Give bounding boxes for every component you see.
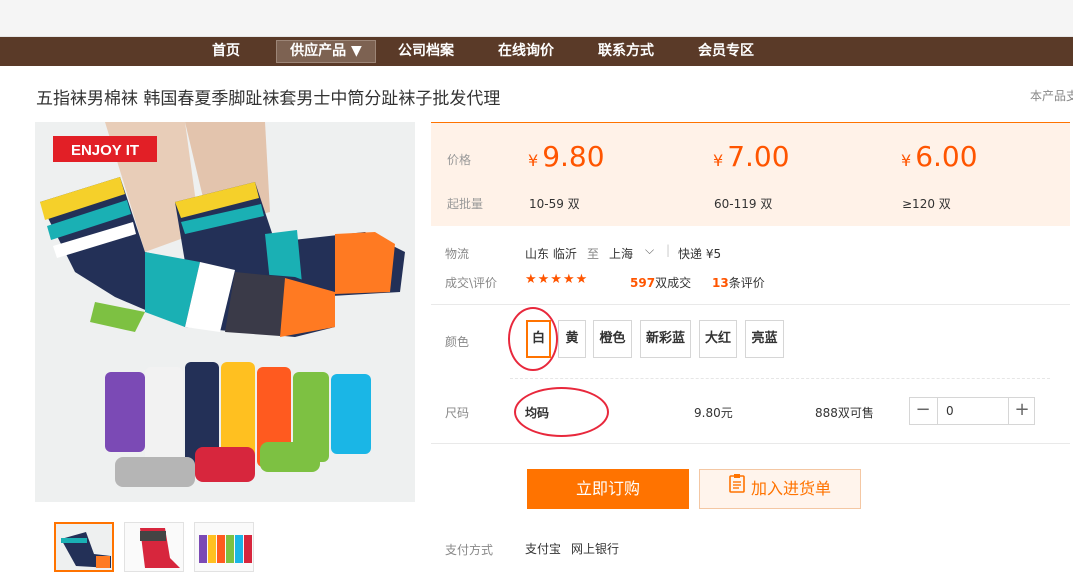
rating-stars: ★★★★★ xyxy=(525,272,589,287)
product-title: 五指袜男棉袜 韩国春夏季脚趾袜套男士中筒分趾袜子批发代理 xyxy=(36,89,501,109)
top-bar xyxy=(0,0,1073,37)
add-to-cart-label: 加入进货单 xyxy=(750,479,831,498)
thumbnail-3[interactable] xyxy=(194,522,254,572)
nav-item-company[interactable]: 公司档案 xyxy=(390,37,462,66)
price-value: 6.00 xyxy=(915,140,978,173)
thumbnail-1[interactable] xyxy=(54,522,114,572)
reviews-link[interactable]: 13条评价 xyxy=(712,274,765,291)
clipboard-icon xyxy=(729,469,745,507)
tier-3-qty: ≥120 双 xyxy=(902,197,951,211)
payment-method-bank: 网上银行 xyxy=(571,542,620,556)
divider: | xyxy=(666,243,671,257)
color-option-bright-blue[interactable]: 亮蓝 xyxy=(745,320,784,358)
size-label: 尺码 xyxy=(445,406,470,420)
deals-count: 597 xyxy=(630,276,656,290)
corner-note: 本产品支 xyxy=(1030,89,1073,103)
deals-count-link[interactable]: 597双成交 xyxy=(630,274,691,291)
ship-to-select[interactable]: 上海 xyxy=(609,245,633,262)
currency-symbol: ¥ xyxy=(901,151,912,170)
currency-symbol: ¥ xyxy=(528,151,539,170)
price-tier-3: ¥6.00 xyxy=(901,140,978,173)
quantity-input[interactable]: 0 xyxy=(937,398,1009,424)
order-now-button[interactable]: 立即订购 xyxy=(527,469,689,509)
chevron-down-icon[interactable]: ⌵ xyxy=(645,243,654,258)
color-option-yellow[interactable]: 黄 xyxy=(558,320,586,358)
tier-2-qty: 60-119 双 xyxy=(714,197,773,211)
logistics-label: 物流 xyxy=(445,247,470,261)
payment-label: 支付方式 xyxy=(445,543,494,557)
moq-label: 起批量 xyxy=(447,197,484,211)
reviews-count: 13 xyxy=(712,276,729,290)
price-value: 9.80 xyxy=(542,140,605,173)
ship-to-value: 上海 xyxy=(609,247,634,261)
reviews-text: 条评价 xyxy=(728,276,765,290)
divider xyxy=(510,378,1050,379)
main-nav: 首页 供应产品 ▼ 公司档案 在线询价 联系方式 会员专区 xyxy=(0,37,1073,66)
thumbnail-socks-icon xyxy=(56,524,112,570)
thumbnail-socks-icon xyxy=(125,523,183,571)
nav-item-inquiry[interactable]: 在线询价 xyxy=(490,37,562,66)
color-option-orange[interactable]: 橙色 xyxy=(593,320,632,358)
color-label: 颜色 xyxy=(445,335,470,349)
shipping-method: 快递 ¥5 xyxy=(678,247,722,261)
ship-from: 山东 临沂 xyxy=(525,247,577,261)
color-option-new-rainbow-blue[interactable]: 新彩蓝 xyxy=(640,320,691,358)
minus-button[interactable]: − xyxy=(910,398,936,424)
currency-symbol: ¥ xyxy=(713,151,724,170)
price-tier-2: ¥7.00 xyxy=(713,140,790,173)
divider xyxy=(431,304,1070,305)
nav-item-products[interactable]: 供应产品 ▼ xyxy=(276,40,376,63)
stock-available: 888双可售 xyxy=(815,406,874,420)
add-to-cart-button[interactable]: 加入进货单 xyxy=(699,469,861,509)
deals-label: 成交\评价 xyxy=(445,276,498,290)
tier-1-qty: 10-59 双 xyxy=(529,197,580,211)
image-badge-text: ENJOY IT xyxy=(71,142,139,159)
deals-text: 双成交 xyxy=(655,276,692,290)
divider xyxy=(431,443,1070,444)
nav-item-members[interactable]: 会员专区 xyxy=(690,37,762,66)
plus-button[interactable]: + xyxy=(1009,398,1035,424)
thumbnail-socks-icon xyxy=(195,523,253,571)
product-image[interactable]: ENJOY IT xyxy=(35,122,415,502)
socks-illustration: ENJOY IT xyxy=(35,122,415,502)
payment-method-alipay: 支付宝 xyxy=(525,542,562,556)
size-price: 9.80元 xyxy=(694,406,733,420)
annotation-circle xyxy=(514,387,609,437)
quantity-stepper: − 0 + xyxy=(909,397,1035,425)
price-tier-1: ¥9.80 xyxy=(528,140,605,173)
price-value: 7.00 xyxy=(727,140,790,173)
nav-item-contact[interactable]: 联系方式 xyxy=(590,37,662,66)
price-label: 价格 xyxy=(447,153,472,167)
nav-item-home[interactable]: 首页 xyxy=(200,37,252,66)
ship-to-word: 至 xyxy=(587,247,600,261)
annotation-circle xyxy=(508,307,558,371)
thumbnail-2[interactable] xyxy=(124,522,184,572)
color-option-red[interactable]: 大红 xyxy=(699,320,737,358)
